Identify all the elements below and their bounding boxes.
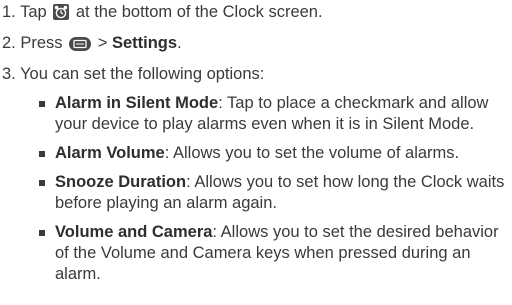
step-2-text-before: Press [20,34,63,52]
menu-key-icon [69,37,92,51]
step-1: 1. Tap at the bottom of the Clock screen… [2,2,323,23]
bullet-square-icon [39,151,45,157]
option-alarm-in-silent-mode: Alarm in Silent Mode: Tap to place a che… [39,93,509,135]
step-1-text-after: at the bottom of the Clock screen. [75,3,323,21]
step-2-number: 2. [2,34,16,52]
step-2-settings-label: Settings [111,34,178,52]
bullet-square-icon [39,230,45,236]
option-description: : Allows you to set the volume of alarms… [164,144,460,162]
option-title: Alarm Volume [55,144,165,162]
step-2: 2. Press > Settings. [2,33,182,54]
step-3-text: You can set the following options: [20,65,265,83]
option-title: Volume and Camera [55,223,213,241]
option-title: Snooze Duration [55,173,187,191]
option-snooze-duration: Snooze Duration: Allows you to set how l… [39,172,509,214]
option-volume-and-camera: Volume and Camera: Allows you to set the… [39,222,509,285]
step-2-separator: > [97,34,108,52]
option-title: Alarm in Silent Mode [55,94,219,112]
step-3: 3. You can set the following options: [2,64,264,85]
step-1-text-before: Tap [20,3,47,21]
bullet-square-icon [39,180,45,186]
options-list: Alarm in Silent Mode: Tap to place a che… [39,93,509,293]
option-alarm-volume: Alarm Volume: Allows you to set the volu… [39,143,509,164]
bullet-square-icon [39,101,45,107]
alarm-clock-icon [53,4,70,20]
step-1-number: 1. [2,3,16,21]
step-3-number: 3. [2,65,16,83]
step-2-text-after: . [177,34,182,52]
